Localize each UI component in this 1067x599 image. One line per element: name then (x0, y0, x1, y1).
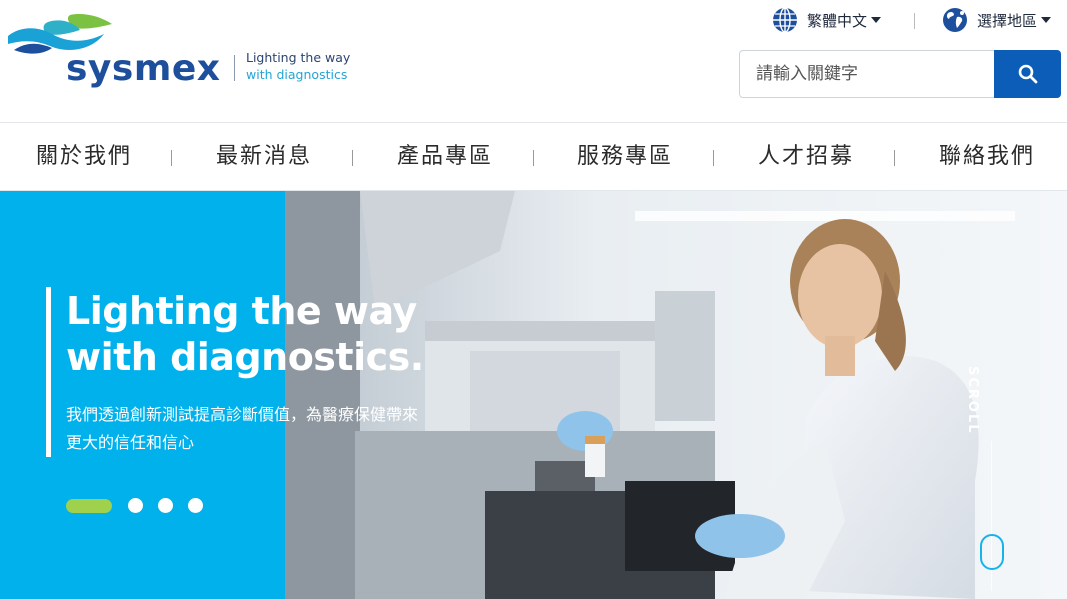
hero-banner: Lighting the way with diagnostics. 我們透過創… (0, 191, 1067, 599)
nav-divider (352, 150, 353, 166)
nav-item-about[interactable]: 關於我們 (36, 123, 132, 191)
chevron-down-icon (1041, 17, 1052, 23)
hero-lab-photo (285, 191, 1067, 599)
world-map-icon (943, 8, 967, 32)
hero-title-line-2: with diagnostics. (66, 335, 424, 379)
nav-item-news[interactable]: 最新消息 (216, 123, 312, 191)
nav-divider (171, 150, 172, 166)
hero-accent-panel (0, 191, 285, 599)
hero-title-line-1: Lighting the way (66, 289, 417, 333)
nav-divider (533, 150, 534, 166)
scroll-mouse-icon[interactable] (980, 534, 1004, 570)
main-nav: 關於我們 最新消息 產品專區 服務專區 人才招募 聯絡我們 (0, 122, 1067, 191)
carousel-pagination (66, 498, 218, 513)
carousel-dot-3[interactable] (158, 498, 173, 513)
hero-subtitle: 我們透過創新測試提高診斷價值，為醫療保健帶來 更大的信任和信心 (66, 401, 496, 457)
logo-wordmark: sysmex (66, 48, 221, 89)
logo-tagline-1: Lighting the way (246, 50, 351, 65)
nav-item-contact[interactable]: 聯絡我們 (939, 123, 1035, 191)
hero-subtitle-line-2: 更大的信任和信心 (66, 433, 195, 452)
hero-accent-bar (46, 287, 51, 457)
utility-divider (914, 13, 915, 29)
sysmex-logo[interactable]: sysmex Lighting the way with diagnostics (8, 10, 353, 89)
region-label: 選擇地區 (977, 11, 1038, 30)
language-label: 繁體中文 (807, 11, 868, 30)
carousel-dot-2[interactable] (128, 498, 143, 513)
site-header: sysmex Lighting the way with diagnostics… (0, 0, 1067, 122)
chevron-down-icon (871, 17, 882, 23)
nav-item-services[interactable]: 服務專區 (577, 123, 673, 191)
nav-item-products[interactable]: 產品專區 (397, 123, 493, 191)
nav-divider (894, 150, 895, 166)
search-input[interactable] (739, 50, 994, 98)
nav-item-careers[interactable]: 人才招募 (758, 123, 854, 191)
carousel-dot-1[interactable] (66, 498, 112, 513)
scroll-label: SCROLL (965, 366, 980, 435)
language-selector[interactable]: 繁體中文 (772, 4, 882, 36)
hero-title: Lighting the way with diagnostics. (66, 288, 526, 380)
logo-tagline-2: with diagnostics (246, 67, 348, 82)
search-bar (739, 50, 1061, 98)
nav-divider (713, 150, 714, 166)
globe-icon (773, 7, 797, 33)
search-icon (1018, 64, 1037, 84)
search-button[interactable] (994, 50, 1061, 98)
hero-subtitle-line-1: 我們透過創新測試提高診斷價值，為醫療保健帶來 (66, 405, 419, 424)
region-selector[interactable]: 選擇地區 (942, 4, 1052, 36)
carousel-dot-4[interactable] (188, 498, 203, 513)
logo-divider (234, 55, 235, 81)
